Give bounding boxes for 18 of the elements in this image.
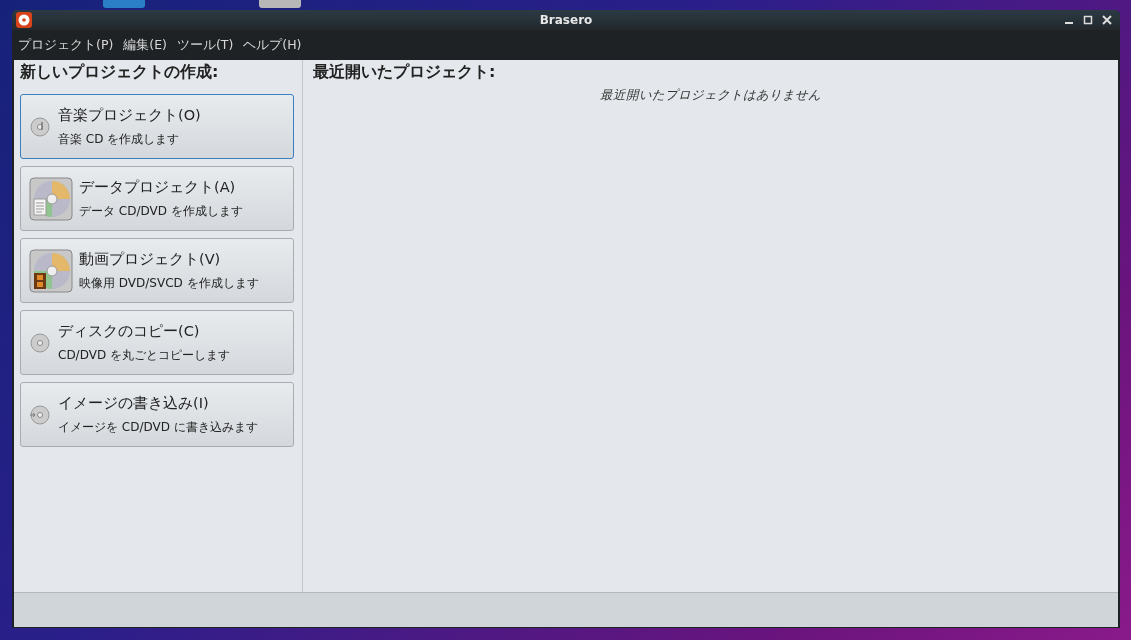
project-button[interactable]: 音楽プロジェクト(O) 音楽 CD を作成します: [20, 94, 294, 159]
disc-icon: [16, 12, 32, 28]
window-title: Brasero: [539, 13, 593, 27]
project-button[interactable]: イメージの書き込み(I) イメージを CD/DVD に書き込みます: [20, 382, 294, 447]
close-icon[interactable]: [1102, 15, 1112, 25]
menu-item[interactable]: ヘルプ(H): [243, 36, 302, 54]
menu-item[interactable]: 編集(E): [123, 36, 167, 54]
empty-message: 最近開いたプロジェクトはありません: [599, 87, 822, 104]
maximize-icon[interactable]: [1083, 15, 1093, 25]
menu-item[interactable]: プロジェクト(P): [18, 36, 114, 54]
project-button[interactable]: データプロジェクト(A) データ CD/DVD を作成します: [20, 166, 294, 231]
project-button[interactable]: ディスクのコピー(C) CD/DVD を丸ごとコピーします: [20, 310, 294, 375]
music-disc-icon: [29, 115, 51, 138]
project-button[interactable]: 動画プロジェクト(V) 映像用 DVD/SVCD を作成します: [20, 238, 294, 303]
disc-icon: [29, 331, 51, 354]
section-heading: 新しいプロジェクトの作成:: [20, 62, 220, 83]
menu-item[interactable]: ツール(T): [176, 36, 234, 54]
section-heading: 最近開いたプロジェクト:: [313, 62, 497, 83]
